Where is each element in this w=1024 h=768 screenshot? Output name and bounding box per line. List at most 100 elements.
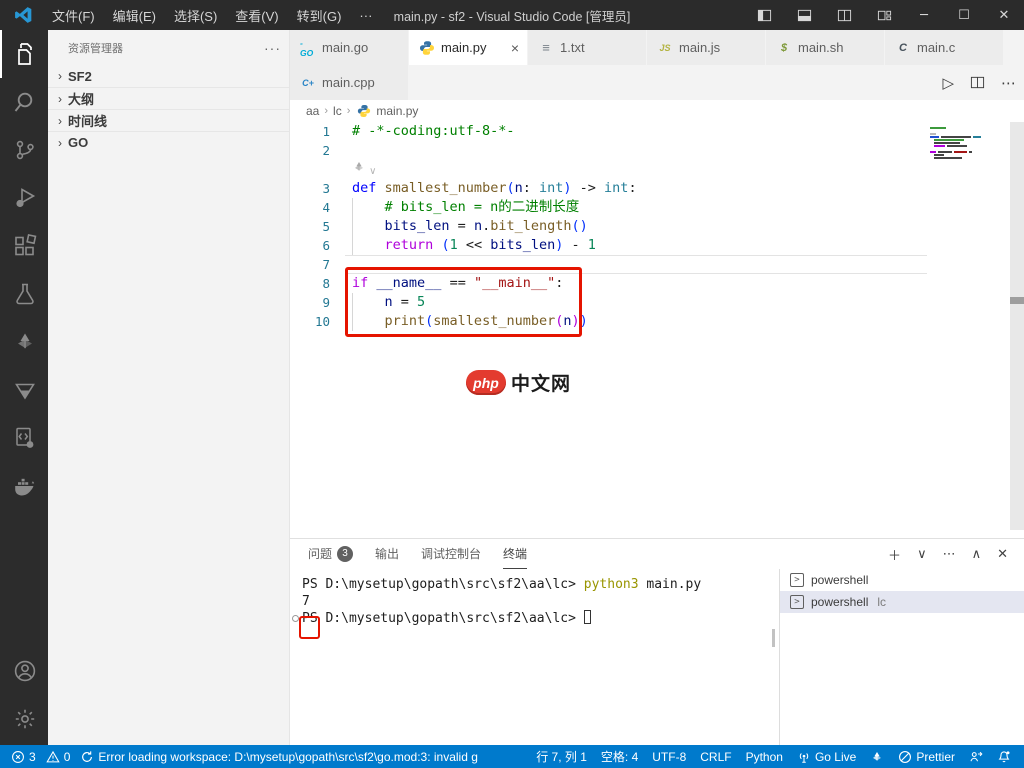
annotation-box-output [299, 616, 320, 639]
statusbar-eol[interactable]: CRLF [695, 745, 736, 768]
broadcast-icon [797, 750, 811, 764]
tab-main.py[interactable]: main.py × [409, 30, 528, 65]
statusbar-encoding[interactable]: UTF-8 [647, 745, 691, 768]
minimap-line [930, 136, 1008, 138]
statusbar-problems-warnings[interactable]: 0 [41, 745, 76, 768]
breadcrumb[interactable]: aa › lc › main.py [290, 100, 1024, 122]
menu-文件[interactable]: 文件(F) [43, 0, 104, 30]
problems-badge: 3 [337, 545, 354, 562]
menu-编辑[interactable]: 编辑(E) [104, 0, 165, 30]
line-number: 6 [322, 238, 330, 253]
sidebar-section-时间线[interactable]: › 时间线 [48, 109, 289, 131]
activitybar-run-debug[interactable] [0, 174, 48, 222]
sidebar-section-大纲[interactable]: › 大纲 [48, 87, 289, 109]
panel-tab-输出[interactable]: 输出 [375, 539, 399, 569]
slash-icon [898, 750, 912, 764]
statusbar-workspace-error-message[interactable]: Error loading workspace: D:\mysetup\gopa… [75, 745, 483, 768]
tab-main.go[interactable]: -GO main.go [290, 30, 409, 65]
terminal-list-item[interactable]: > powershell [780, 569, 1024, 591]
tab-label: main.cpp [322, 75, 375, 90]
statusbar-language-mode[interactable]: Python [741, 745, 788, 768]
php-badge: php [466, 370, 506, 395]
sidebar-more-icon[interactable]: ··· [264, 40, 281, 56]
maximize-button[interactable]: ☐ [944, 0, 984, 30]
panel-more-button[interactable]: ⋯ [943, 547, 956, 562]
bottom-panel: 问题 3 输出 调试控制台 终端 ＋ ∨ ⋯ ∧ ✕ PS D:\mysetup\gopath\… [290, 538, 1024, 745]
panel-tab-终端[interactable]: 终端 [503, 539, 528, 569]
sidebar-title: 资源管理器 [68, 42, 123, 55]
statusbar-problems-errors[interactable]: 3 [6, 745, 41, 768]
go-file-icon: -GO [300, 37, 314, 58]
tab-main.cpp[interactable]: C+ main.cpp [290, 65, 409, 100]
section-label: 时间线 [68, 114, 108, 129]
tab-label: 1.txt [560, 40, 585, 55]
menu-查看[interactable]: 查看(V) [226, 0, 287, 30]
toggle-panel-icon[interactable] [784, 0, 824, 30]
sidebar-section-go[interactable]: › GO [48, 131, 289, 153]
codelens-row: ∨ [290, 160, 1024, 179]
activitybar-triangle[interactable] [0, 366, 48, 414]
statusbar-cursor-position[interactable]: 行 7, 列 1 [531, 745, 592, 768]
panel-tab-调试控制台[interactable]: 调试控制台 [421, 539, 481, 569]
menu-选择[interactable]: 选择(S) [165, 0, 226, 30]
terminal-list-item[interactable]: > powershell lc [780, 591, 1024, 613]
activitybar-search[interactable] [0, 78, 48, 126]
run-button[interactable]: ▷ [942, 74, 954, 92]
activitybar-settings[interactable] [0, 695, 48, 743]
explorer-sidebar: 资源管理器 ··· › SF2 › 大纲 › 时间线 › GO [48, 30, 290, 745]
minimap[interactable] [930, 127, 1008, 160]
terminal-dropdown-button[interactable]: ∨ [917, 547, 927, 562]
menu-转到[interactable]: 转到(G) [288, 0, 351, 30]
pinwheel-lens-icon[interactable] [352, 160, 366, 174]
activitybar-testing[interactable] [0, 270, 48, 318]
breadcrumb-file[interactable]: main.py [376, 104, 418, 118]
minimize-button[interactable]: ─ [904, 0, 944, 30]
breadcrumb-item[interactable]: lc [333, 104, 342, 118]
minimap-line [930, 130, 1008, 132]
statusbar-prettier[interactable]: Prettier [893, 745, 960, 768]
lens-chevron-down-icon[interactable]: ∨ [366, 166, 376, 177]
statusbar-go-live[interactable]: Go Live [792, 745, 861, 768]
customize-layout-icon[interactable] [864, 0, 904, 30]
panel-header: 问题 3 输出 调试控制台 终端 ＋ ∨ ⋯ ∧ ✕ [290, 539, 1024, 569]
tab-1.txt[interactable]: ≡ 1.txt [528, 30, 647, 65]
sidebar-section-sf2[interactable]: › SF2 [48, 65, 289, 87]
breadcrumb-item[interactable]: aa [306, 104, 319, 118]
terminal-line: PS D:\mysetup\gopath\src\sf2\aa\lc> pyth… [302, 577, 702, 592]
tab-main.sh[interactable]: $ main.sh [766, 30, 885, 65]
activitybar-account[interactable] [0, 647, 48, 695]
editor-scrollbar[interactable] [1010, 122, 1024, 530]
panel-maximize-button[interactable]: ∧ [972, 547, 982, 562]
minimap-line [934, 142, 1008, 144]
line-number [290, 160, 330, 179]
terminal-scrollbar[interactable] [772, 629, 775, 647]
terminal[interactable]: PS D:\mysetup\gopath\src\sf2\aa\lc> pyth… [290, 569, 778, 745]
indent-guide [352, 198, 353, 217]
activitybar-extensions[interactable] [0, 222, 48, 270]
code-line: 2 [290, 141, 1024, 160]
new-terminal-button[interactable]: ＋ [888, 545, 901, 564]
status-bar: 3 0 Error loading workspace: D:\mysetup\go… [0, 745, 1024, 768]
activitybar-source-control[interactable] [0, 126, 48, 174]
split-editor-button[interactable] [970, 75, 985, 90]
panel-tab-问题[interactable]: 问题 3 [308, 539, 354, 569]
statusbar-extension-pinwheel[interactable] [865, 745, 889, 768]
toggle-secondary-sidebar-icon[interactable] [824, 0, 864, 30]
close-button[interactable]: ✕ [984, 0, 1024, 30]
activitybar-code-runner[interactable] [0, 414, 48, 462]
toggle-sidebar-icon[interactable] [744, 0, 784, 30]
statusbar-feedback[interactable] [964, 745, 988, 768]
panel-close-button[interactable]: ✕ [997, 547, 1008, 562]
activitybar-explorer[interactable] [0, 30, 48, 78]
chevron-right-icon: › [58, 69, 62, 83]
tab-main.c[interactable]: Cmain.c [885, 30, 1004, 65]
statusbar-notifications-bell[interactable] [992, 745, 1016, 768]
activitybar-pinwheel[interactable] [0, 318, 48, 366]
menu-more[interactable]: ··· [350, 0, 381, 30]
statusbar-indentation[interactable]: 空格: 4 [596, 745, 643, 768]
activitybar-docker[interactable] [0, 462, 48, 510]
more-actions-button[interactable]: ⋯ [1001, 74, 1016, 92]
minimap-line [934, 139, 1008, 141]
tab-main.js[interactable]: JS main.js [647, 30, 766, 65]
tab-close-icon[interactable]: × [511, 40, 519, 56]
